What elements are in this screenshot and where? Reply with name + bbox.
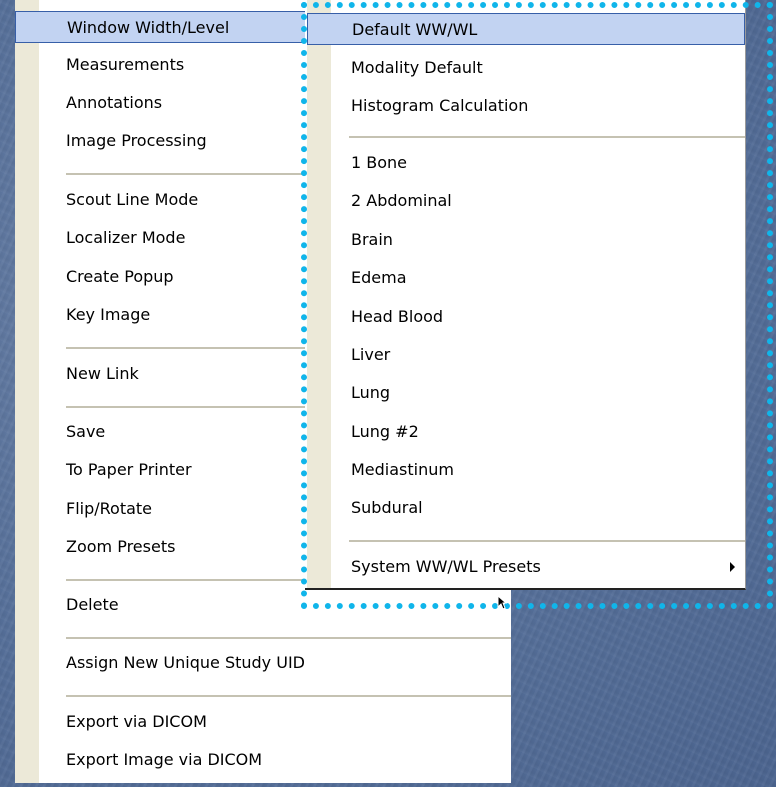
submenu-item-brain[interactable]: Brain <box>307 224 745 256</box>
submenu-item-edema[interactable]: Edema <box>307 262 745 294</box>
menu-item-delete[interactable]: Delete <box>15 589 511 621</box>
menu-item-assign-new-study-uid[interactable]: Assign New Unique Study UID <box>15 647 511 679</box>
window-level-submenu: Default WW/WL Modality Default Histogram… <box>305 0 746 590</box>
submenu-item-default-ww-wl[interactable]: Default WW/WL <box>307 13 745 45</box>
submenu-item-head-blood[interactable]: Head Blood <box>307 301 745 333</box>
submenu-item-modality-default[interactable]: Modality Default <box>307 52 745 84</box>
menu-separator <box>66 637 511 639</box>
submenu-item-system-presets[interactable]: System WW/WL Presets <box>307 551 745 583</box>
submenu-arrow-icon <box>730 562 735 572</box>
submenu-item-2-abdominal[interactable]: 2 Abdominal <box>307 185 745 217</box>
submenu-item-1-bone[interactable]: 1 Bone <box>307 147 745 179</box>
submenu-item-liver[interactable]: Liver <box>307 339 745 371</box>
submenu-item-subdural[interactable]: Subdural <box>307 492 745 524</box>
submenu-item-histogram-calculation[interactable]: Histogram Calculation <box>307 90 745 122</box>
submenu-separator <box>349 540 745 542</box>
menu-separator <box>66 695 511 697</box>
submenu-item-lung-2[interactable]: Lung #2 <box>307 416 745 448</box>
submenu-item-lung[interactable]: Lung <box>307 377 745 409</box>
submenu-separator <box>349 136 745 138</box>
menu-item-export-via-dicom[interactable]: Export via DICOM <box>15 706 511 738</box>
submenu-item-label: System WW/WL Presets <box>351 557 541 576</box>
mouse-cursor-icon <box>497 595 507 610</box>
submenu-item-mediastinum[interactable]: Mediastinum <box>307 454 745 486</box>
menu-item-export-image-via-dicom[interactable]: Export Image via DICOM <box>15 744 511 776</box>
